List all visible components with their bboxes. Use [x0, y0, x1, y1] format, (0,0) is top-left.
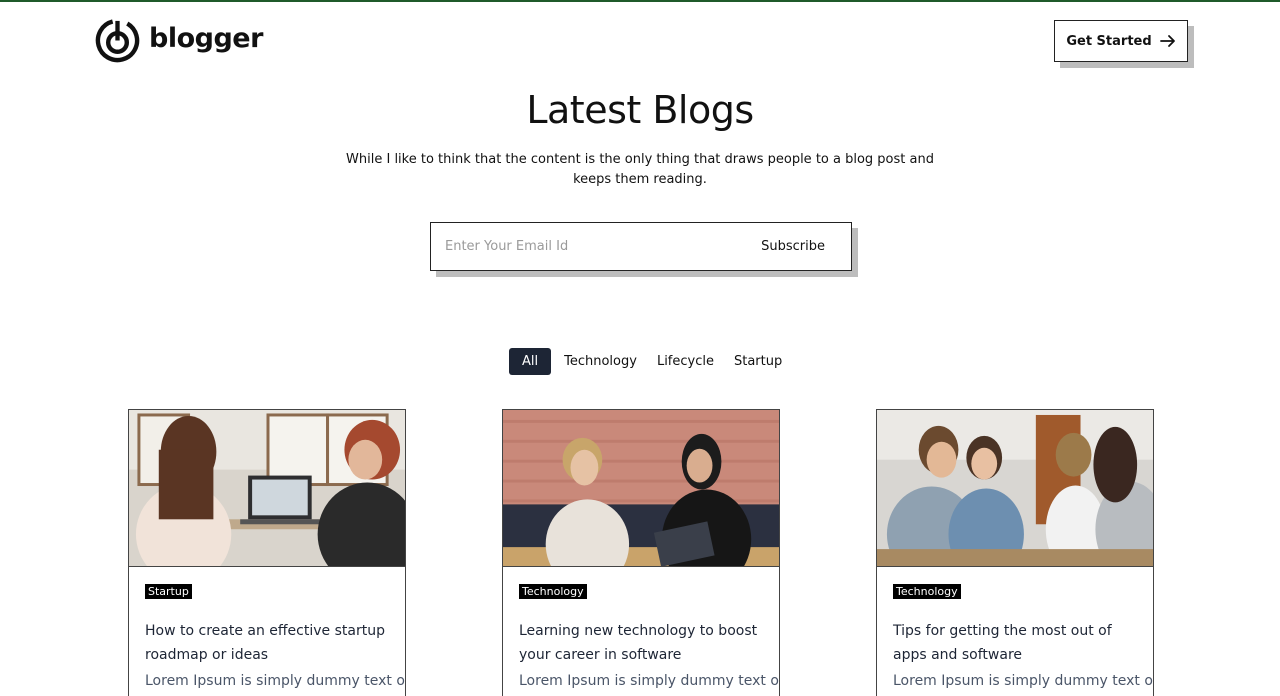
category-badge: Technology	[519, 584, 587, 599]
logo-mark-icon	[95, 18, 140, 63]
get-started-button[interactable]: Get Started	[1054, 20, 1188, 62]
post-title[interactable]: How to create an effective startup roadm…	[145, 619, 395, 667]
category-badge: Startup	[145, 584, 192, 599]
blog-card[interactable]: Technology Learning new technology to bo…	[502, 409, 780, 696]
filter-technology[interactable]: Technology	[554, 348, 647, 375]
page-title: Latest Blogs	[526, 88, 754, 132]
filter-startup[interactable]: Startup	[724, 348, 792, 375]
arrow-right-icon	[1159, 35, 1175, 47]
post-image	[129, 410, 405, 567]
filter-lifecycle[interactable]: Lifecycle	[647, 348, 724, 375]
filter-all[interactable]: All	[509, 348, 552, 375]
post-excerpt: Lorem Ipsum is simply dummy text of	[145, 673, 406, 689]
post-title[interactable]: Learning new technology to boost your ca…	[519, 619, 769, 667]
category-filters: All Technology Lifecycle Startup	[509, 348, 792, 375]
blog-card[interactable]: Technology Tips for getting the most out…	[876, 409, 1154, 696]
post-image	[877, 410, 1153, 567]
post-excerpt: Lorem Ipsum is simply dummy text of	[893, 673, 1154, 689]
subscribe-form: Subscribe	[430, 222, 852, 271]
post-title[interactable]: Tips for getting the most out of apps an…	[893, 619, 1143, 667]
blog-card[interactable]: Startup How to create an effective start…	[128, 409, 406, 696]
post-excerpt: Lorem Ipsum is simply dummy text of	[519, 673, 780, 689]
brand-logo[interactable]: blogger	[94, 17, 263, 64]
top-accent-line	[0, 0, 1280, 2]
email-input[interactable]	[431, 223, 731, 270]
subscribe-button[interactable]: Subscribe	[761, 239, 825, 254]
brand-name: blogger	[149, 23, 263, 54]
get-started-label: Get Started	[1066, 33, 1152, 49]
category-badge: Technology	[893, 584, 961, 599]
page-subtitle: While I like to think that the content i…	[346, 152, 934, 187]
post-image	[503, 410, 779, 567]
